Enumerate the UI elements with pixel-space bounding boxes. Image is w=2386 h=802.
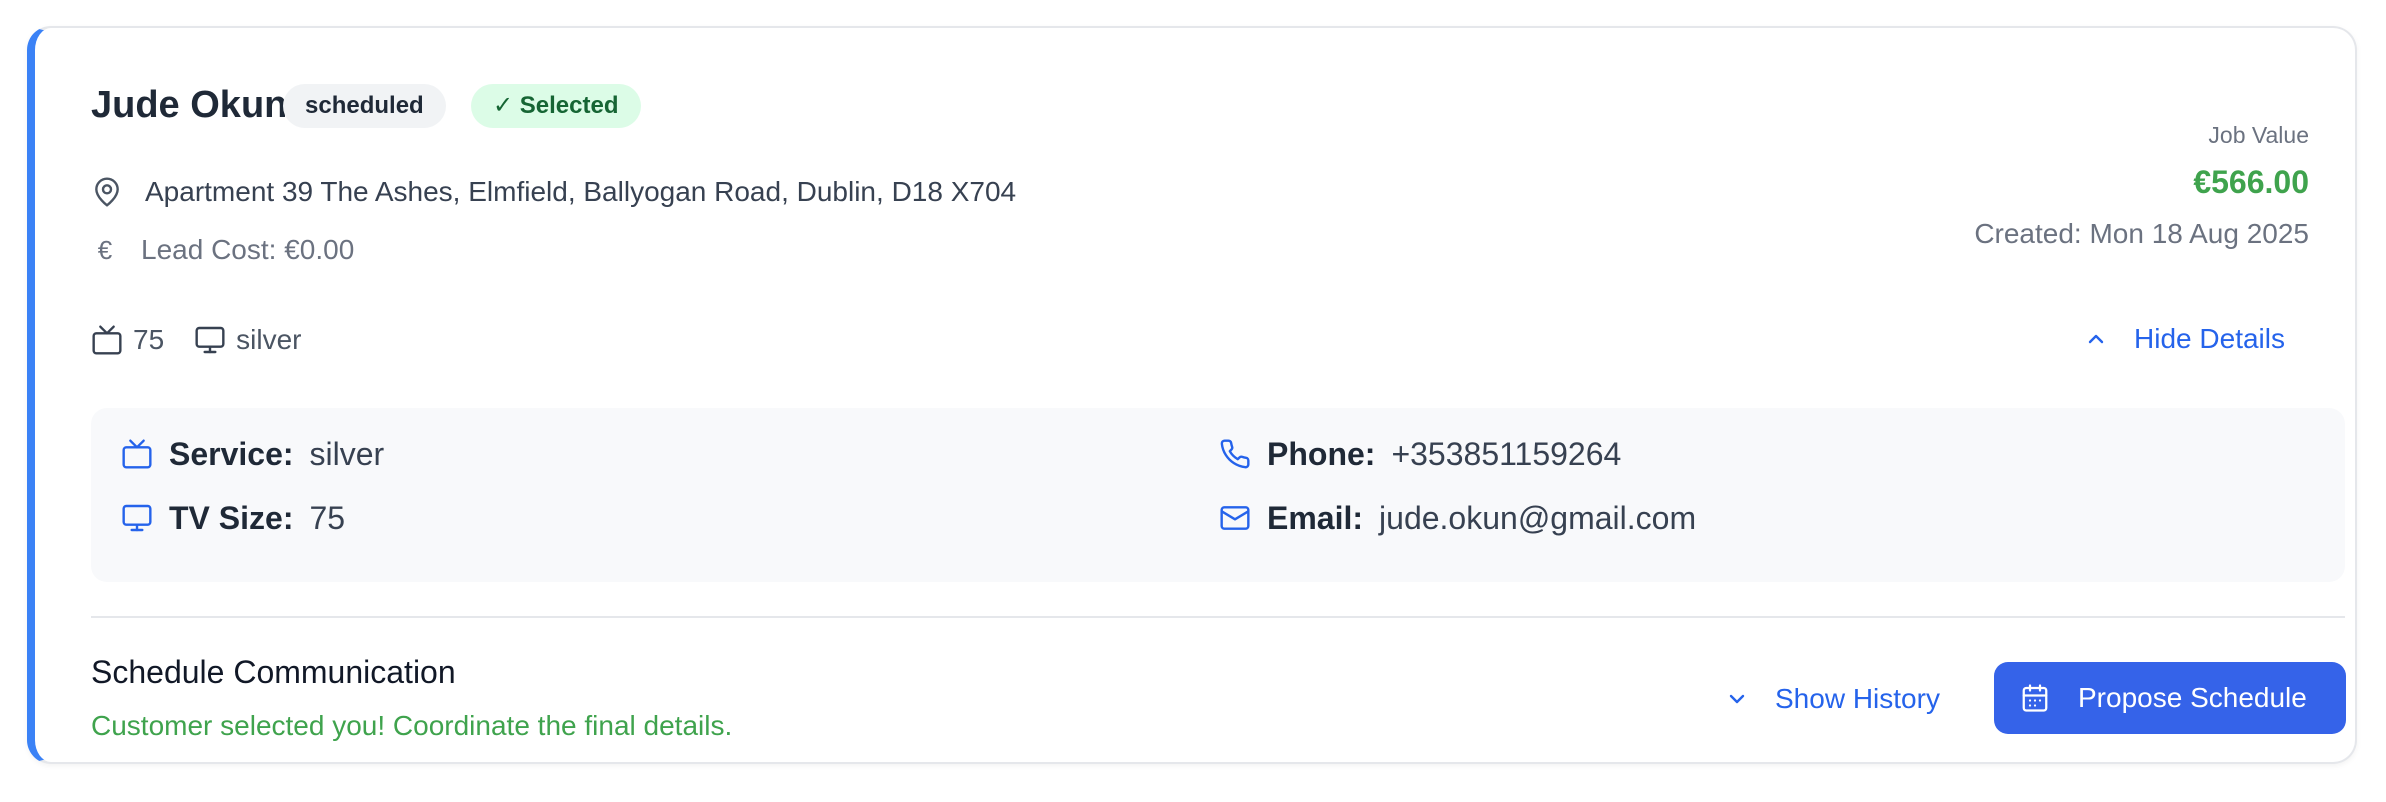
schedule-title: Schedule Communication <box>91 654 456 690</box>
monitor-icon <box>122 504 152 532</box>
meta-tv-size: 75 <box>91 324 164 356</box>
meta-service-value: silver <box>236 324 302 355</box>
detail-phone: Phone: +353851159264 <box>1219 432 1621 476</box>
phone-icon <box>1220 439 1250 469</box>
monitor-icon <box>195 326 225 354</box>
detail-service: Service: silver <box>121 432 384 476</box>
divider <box>91 616 2345 618</box>
service-value: silver <box>309 435 385 472</box>
calendar-icon <box>2022 684 2048 712</box>
show-history-button[interactable]: Show History <box>1725 676 1940 722</box>
tv-size-value: 75 <box>309 499 346 536</box>
propose-schedule-button[interactable]: Propose Schedule <box>1994 662 2346 734</box>
tv-icon <box>92 325 122 355</box>
address-row: Apartment 39 The Ashes, Elmfield, Ballyo… <box>91 172 1016 212</box>
job-value: €566.00 <box>2193 164 2309 200</box>
details-panel: Service: silver TV Size: 75 Phone: +3538… <box>91 408 2345 582</box>
customer-name: Jude Okun <box>91 84 288 126</box>
meta-service: silver <box>194 324 302 356</box>
euro-icon: € <box>97 234 113 265</box>
lead-cost-row: € Lead Cost: €0.00 <box>91 230 355 270</box>
address-text: Apartment 39 The Ashes, Elmfield, Ballyo… <box>145 176 1017 207</box>
hide-details-button[interactable]: Hide Details <box>2084 316 2285 362</box>
job-card: Jude Okun scheduled ✓ Selected Apartment… <box>27 26 2357 764</box>
lead-cost: Lead Cost: €0.00 <box>141 234 355 265</box>
map-pin-icon <box>95 177 119 207</box>
mail-icon <box>1220 506 1250 530</box>
meta-tv-size-value: 75 <box>133 324 165 355</box>
tv-icon <box>122 439 152 469</box>
phone-value[interactable]: +353851159264 <box>1391 436 1621 473</box>
selected-badge: ✓ Selected <box>471 84 641 128</box>
email-value[interactable]: jude.okun@gmail.com <box>1379 500 1696 537</box>
detail-email: Email: jude.okun@gmail.com <box>1219 496 1696 540</box>
detail-tv-size: TV Size: 75 <box>121 496 345 540</box>
phone-label: Phone: <box>1267 435 1376 472</box>
chevron-down-icon <box>1729 694 1745 704</box>
meta-row: 75 silver <box>91 320 332 360</box>
created-date: Created: Mon 18 Aug 2025 <box>1974 218 2309 249</box>
tv-size-label: TV Size: <box>169 499 294 536</box>
service-label: Service: <box>169 435 294 472</box>
show-history-label: Show History <box>1775 683 1940 714</box>
email-label: Email: <box>1267 499 1364 536</box>
status-badge: scheduled <box>283 84 446 128</box>
hide-details-label: Hide Details <box>2134 323 2285 354</box>
chevron-up-icon <box>2088 334 2104 344</box>
job-value-label: Job Value <box>2208 122 2309 148</box>
schedule-subtitle: Customer selected you! Coordinate the fi… <box>91 710 733 741</box>
propose-schedule-label: Propose Schedule <box>2078 682 2307 713</box>
